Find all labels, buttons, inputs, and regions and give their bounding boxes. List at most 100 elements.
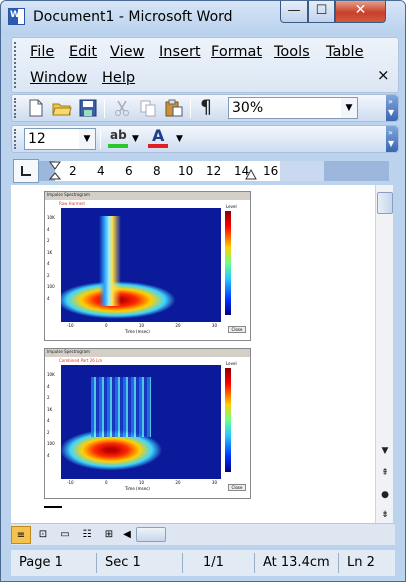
ruler-tick: 8 <box>153 164 161 178</box>
menu-view[interactable]: View <box>110 44 144 60</box>
show-hide-paragraph-icon[interactable]: ¶ <box>200 96 212 118</box>
scroll-left-icon[interactable]: ◀ <box>117 526 137 544</box>
y-axis-ticks: 10K 4 2 1K 4 2 100 4 <box>47 212 55 304</box>
cut-icon[interactable] <box>112 99 132 117</box>
word-app-icon[interactable]: W <box>8 8 25 25</box>
figure-close-button[interactable]: Close <box>228 484 246 491</box>
y-tick: 100 <box>47 441 55 446</box>
web-layout-view-icon[interactable]: ⊡ <box>33 526 53 544</box>
right-indent-marker-icon[interactable] <box>245 169 257 181</box>
zoom-dropdown-icon[interactable]: ▼ <box>341 98 357 118</box>
standard-toolbar: ¶ 30% ▼ » ▼ <box>11 94 399 122</box>
scroll-down-icon[interactable]: ▼ <box>377 443 393 459</box>
x-tick: 10 <box>138 323 144 328</box>
vertical-scroll-thumb[interactable] <box>377 192 393 214</box>
next-page-icon[interactable]: ⇟ <box>377 507 393 523</box>
x-tick: -10 <box>67 480 74 485</box>
chevron-down-icon: ▼ <box>388 139 395 148</box>
minimize-button[interactable]: — <box>280 1 308 23</box>
close-icon: ✕ <box>354 2 367 18</box>
x-tick: 20 <box>175 480 181 485</box>
menu-file[interactable]: File <box>30 44 54 60</box>
zoom-value: 30% <box>232 100 264 116</box>
y-tick: 4 <box>47 383 50 389</box>
menu-window[interactable]: Window <box>30 70 87 86</box>
y-tick: 100 <box>47 284 55 289</box>
menu-table[interactable]: Table <box>326 44 364 60</box>
x-tick: 30 <box>211 480 217 485</box>
y-tick: 10K <box>47 372 55 377</box>
normal-view-icon[interactable]: ≡ <box>11 526 31 544</box>
menu-insert[interactable]: Insert <box>159 44 201 60</box>
font-color-icon: A <box>152 126 165 145</box>
print-layout-view-icon[interactable]: ▭ <box>55 526 75 544</box>
font-color-dropdown-icon[interactable]: ▼ <box>176 134 183 144</box>
horizontal-ruler[interactable]: 2 4 6 8 10 12 14 16 <box>39 161 389 181</box>
document-close-icon[interactable]: × <box>377 66 390 84</box>
figure-title: Impulse Spectrogram <box>45 192 250 200</box>
ruler-tick: 10 <box>178 164 194 178</box>
toolbar-grip[interactable] <box>14 129 17 149</box>
font-size-combo[interactable]: 12 ▼ <box>24 128 96 150</box>
menu-grip[interactable] <box>14 42 17 88</box>
y-tick: 4 <box>47 418 50 423</box>
title-bar: W Document1 - Microsoft Word — ☐ ✕ <box>1 1 405 35</box>
formatting-toolbar: 12 ▼ ab ▼ A ▼ » ▼ <box>11 125 399 153</box>
menu-help[interactable]: Help <box>102 70 135 86</box>
outline-view-icon[interactable]: ☷ <box>77 526 97 544</box>
word-window: W Document1 - Microsoft Word — ☐ ✕ File … <box>0 0 406 582</box>
chevron-down-icon: ▼ <box>388 108 395 117</box>
x-axis-label: Time (msec) <box>125 486 150 491</box>
menu-tools[interactable]: Tools <box>274 44 310 60</box>
view-and-hscroll-bar: ≡ ⊡ ▭ ☷ ⊞ ◀ <box>11 523 395 545</box>
y-tick: 4 <box>47 226 50 232</box>
figure-close-button[interactable]: Close <box>228 326 246 333</box>
x-tick: 20 <box>175 323 181 328</box>
chevron-icon: » <box>388 128 393 137</box>
document-area[interactable]: Impulse Spectrogram Raw Harmed 10K 4 2 1… <box>11 185 375 523</box>
x-axis-ticks: -10 0 10 20 30 <box>67 480 217 485</box>
open-folder-icon[interactable] <box>52 99 72 117</box>
indent-marker-icon[interactable] <box>49 161 61 181</box>
window-title: Document1 - Microsoft Word <box>33 9 233 25</box>
toolbar-options-button[interactable]: » ▼ <box>386 126 398 152</box>
x-tick: -10 <box>67 323 74 328</box>
toolbar-separator <box>100 130 101 149</box>
maximize-button[interactable]: ☐ <box>308 1 335 23</box>
close-button[interactable]: ✕ <box>335 1 386 23</box>
y-tick: 2 <box>47 272 50 278</box>
tab-selector[interactable] <box>13 159 39 183</box>
font-size-dropdown-icon[interactable]: ▼ <box>79 129 95 149</box>
scroll-up-icon[interactable] <box>377 173 393 189</box>
highlight-button[interactable]: ab <box>108 128 130 150</box>
ruler-tick: 2 <box>69 164 77 178</box>
status-bar: Page 1 Sec 1 1/1 At 13.4cm Ln 2 <box>11 550 395 576</box>
status-page: Page 1 <box>11 553 97 573</box>
toolbar-separator <box>104 99 105 118</box>
new-document-icon[interactable] <box>26 99 46 117</box>
reading-layout-view-icon[interactable]: ⊞ <box>99 526 119 544</box>
font-color-button[interactable]: A <box>148 126 170 150</box>
text-cursor <box>44 506 62 508</box>
select-browse-object-icon[interactable]: ● <box>377 487 393 503</box>
previous-page-icon[interactable]: ⇞ <box>377 465 393 481</box>
save-icon[interactable] <box>78 99 98 117</box>
chevron-icon: » <box>388 97 393 106</box>
left-tab-icon <box>21 166 31 176</box>
x-tick: 0 <box>104 480 108 485</box>
vertical-scrollbar[interactable]: ▼ ⇞ ● ⇟ <box>375 185 393 523</box>
copy-icon[interactable] <box>138 99 158 117</box>
y-axis-ticks: 10K 4 2 1K 4 2 100 4 <box>47 369 55 461</box>
toolbar-grip[interactable] <box>14 98 17 118</box>
colorbar-label: Level <box>226 204 237 209</box>
x-tick: 30 <box>211 323 217 328</box>
horizontal-scroll-thumb[interactable] <box>136 527 166 542</box>
menu-format[interactable]: Format <box>211 44 262 60</box>
highlight-icon: ab <box>110 128 127 142</box>
toolbar-options-button[interactable]: » ▼ <box>386 95 398 121</box>
figure-subtitle: Combined Part 26 Lm <box>59 358 103 363</box>
zoom-combo[interactable]: 30% ▼ <box>228 97 358 119</box>
paste-icon[interactable] <box>164 99 184 117</box>
highlight-dropdown-icon[interactable]: ▼ <box>132 134 139 144</box>
menu-edit[interactable]: Edit <box>69 44 97 60</box>
